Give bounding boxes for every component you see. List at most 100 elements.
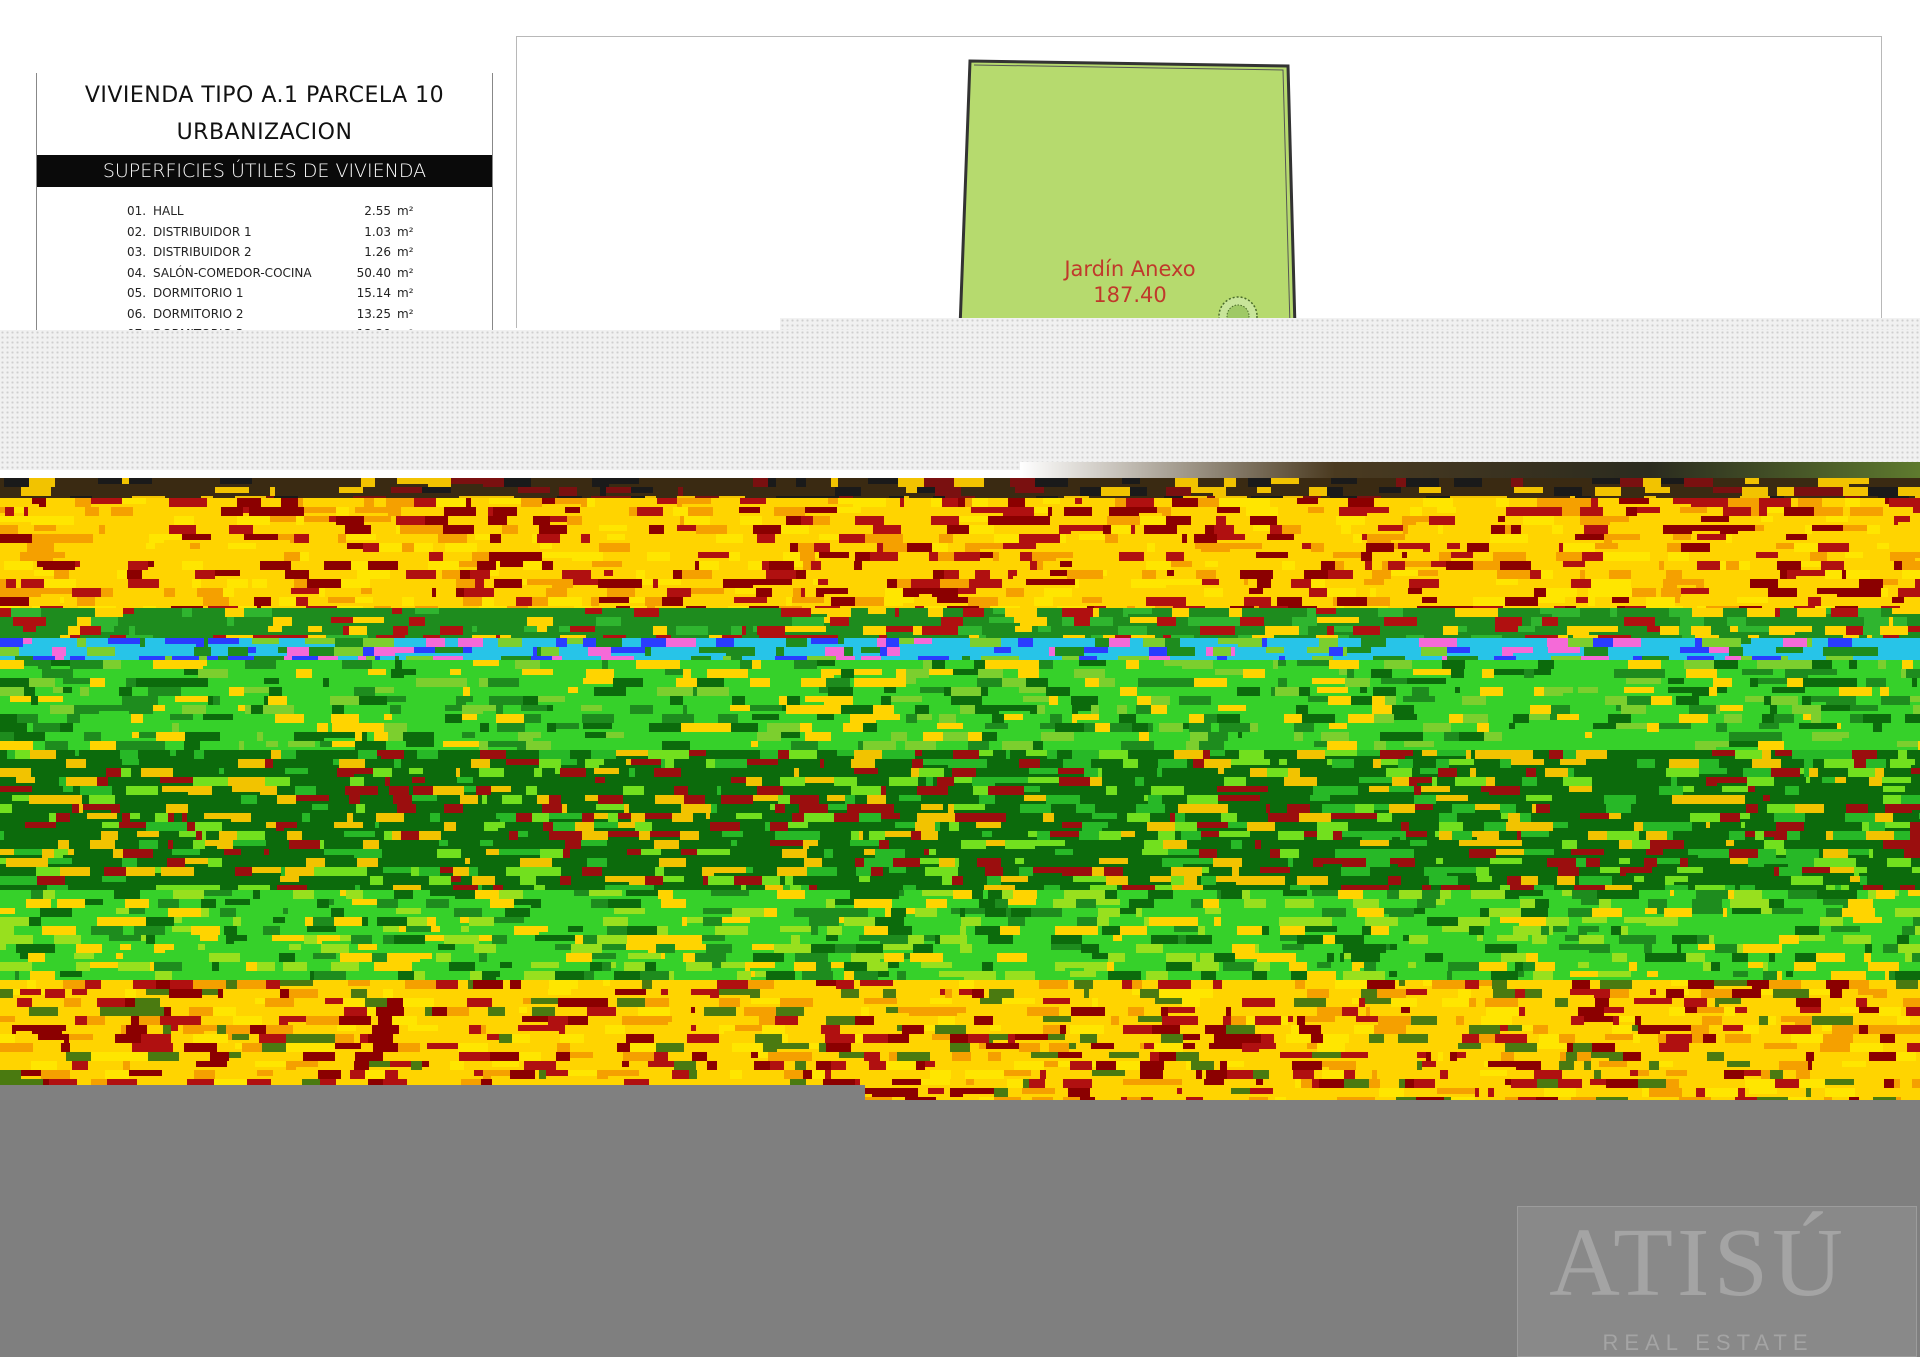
noise-block: [1868, 487, 1898, 496]
noise-block: [1154, 1043, 1183, 1052]
noise-block: [1374, 822, 1383, 831]
noise-block: [1345, 678, 1370, 687]
noise-block: [1647, 971, 1658, 977]
noise-block: [1039, 980, 1068, 989]
noise-block: [383, 989, 393, 998]
noise-block: [0, 723, 27, 732]
noise-block: [172, 971, 199, 980]
noise-block: [1224, 768, 1243, 777]
noise-block: [696, 1025, 719, 1034]
noise-block: [591, 597, 599, 606]
noise-block: [1214, 1034, 1228, 1043]
noise-block: [821, 669, 834, 678]
noise-block: [1912, 840, 1920, 849]
noise-block: [1444, 732, 1459, 741]
noise-block: [1218, 705, 1246, 711]
noise-block: [389, 786, 409, 795]
noise-block: [1809, 768, 1818, 777]
noise-block: [1609, 570, 1631, 579]
noise-block: [714, 858, 744, 867]
noise-block: [886, 786, 917, 795]
noise-block: [1135, 777, 1144, 786]
noise-block: [489, 696, 517, 705]
noise-block: [1626, 867, 1652, 873]
noise-block: [684, 1043, 697, 1052]
noise-block: [1659, 1061, 1673, 1067]
noise-block: [1216, 516, 1226, 525]
noise-block: [603, 588, 607, 594]
noise-block: [160, 1016, 182, 1025]
noise-block: [234, 669, 250, 678]
noise-block: [1092, 1079, 1123, 1085]
noise-block: [539, 525, 567, 534]
noise-block: [942, 588, 958, 597]
noise-block: [1408, 588, 1422, 594]
noise-block: [1362, 831, 1392, 840]
noise-block: [1219, 899, 1244, 908]
noise-block: [811, 608, 827, 614]
noise-block: [376, 1007, 404, 1016]
noise-block: [1774, 831, 1787, 840]
noise-block: [1314, 1070, 1322, 1079]
noise-block: [354, 687, 359, 696]
noise-block: [0, 1070, 21, 1079]
noise-block: [169, 989, 202, 998]
noise-block: [597, 1070, 608, 1079]
noise-block: [1128, 608, 1152, 614]
noise-block: [0, 926, 14, 935]
noise-block: [1711, 962, 1720, 971]
noise-block: [1818, 617, 1837, 623]
noise-block: [864, 926, 888, 935]
noise-block: [1199, 741, 1224, 750]
noise-block: [1378, 608, 1403, 617]
noise-block: [1336, 516, 1365, 525]
noise-block: [1646, 831, 1667, 840]
noise-block: [782, 705, 786, 711]
noise-block: [191, 926, 220, 935]
noise-block: [1883, 944, 1898, 953]
noise-block: [328, 723, 332, 729]
noise-block: [1891, 714, 1905, 723]
noise-block: [988, 890, 1002, 899]
noise-block: [234, 935, 247, 941]
noise-block: [128, 777, 160, 786]
noise-block: [1659, 1043, 1689, 1052]
noise-block: [982, 962, 993, 971]
noise-block: [480, 750, 506, 759]
noise-block: [1158, 759, 1187, 768]
noise-block: [1484, 507, 1506, 516]
noise-block: [505, 908, 530, 917]
noise-block: [839, 1052, 864, 1058]
noise-block: [1551, 705, 1570, 714]
noise-block: [1744, 1070, 1761, 1076]
noise-block: [1767, 804, 1773, 813]
noise-block: [512, 1034, 530, 1043]
noise-block: [592, 561, 622, 567]
noise-block: [1219, 962, 1223, 971]
noise-block: [834, 777, 857, 786]
noise-block: [629, 507, 637, 516]
noise-block: [1835, 777, 1846, 783]
noise-block: [1384, 908, 1389, 914]
noise-block: [379, 543, 402, 552]
noise-block: [1040, 723, 1055, 729]
noise-block: [1869, 849, 1873, 858]
noise-block: [1580, 570, 1585, 579]
noise-block: [1669, 1007, 1685, 1016]
noise-block: [377, 917, 407, 926]
noise-block: [666, 638, 696, 647]
noise-block: [779, 696, 787, 705]
noise-block: [1518, 626, 1535, 632]
noise-block: [1864, 617, 1889, 626]
noise-block: [1151, 935, 1178, 944]
noise-block: [849, 617, 881, 626]
noise-block: [676, 626, 708, 635]
noise-block: [335, 638, 363, 647]
noise-block: [338, 534, 346, 543]
noise-block: [1379, 1088, 1404, 1097]
noise-block: [1901, 669, 1906, 678]
noise-block: [307, 579, 329, 588]
noise-block: [1323, 1034, 1349, 1043]
noise-block: [1059, 777, 1090, 786]
noise-block: [825, 1070, 831, 1079]
